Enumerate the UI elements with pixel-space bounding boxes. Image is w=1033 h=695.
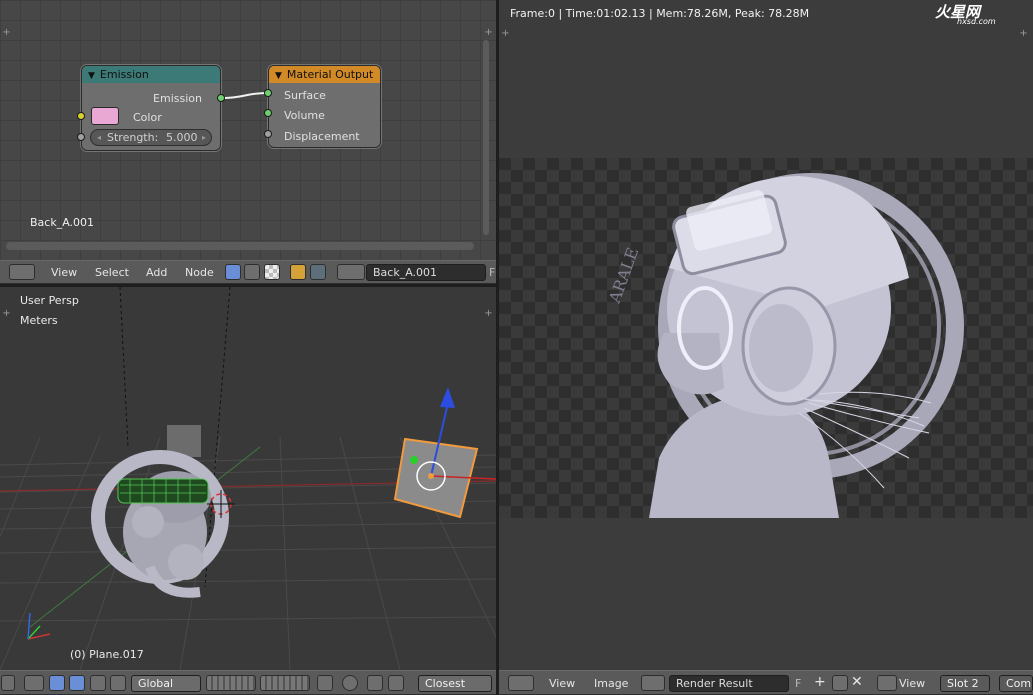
layer-buttons[interactable] (260, 675, 310, 691)
image-name-field[interactable]: Render Result (669, 675, 789, 692)
fake-user-toggle[interactable]: F (489, 266, 495, 279)
horizontal-scrollbar[interactable] (6, 242, 474, 250)
character-mesh[interactable] (91, 450, 229, 598)
node-editor-header: View Select Add Node Back_A.001 F (0, 260, 496, 284)
unlink-image-icon[interactable]: ✕ (851, 674, 863, 690)
scale-icon[interactable] (90, 675, 106, 691)
menu-add[interactable]: Add (146, 266, 167, 279)
menu-select[interactable]: Select (95, 266, 129, 279)
world-shader-icon[interactable] (310, 264, 326, 280)
proportional-edit-icon[interactable] (342, 675, 358, 691)
compositing-nodes-icon[interactable] (244, 264, 260, 280)
mode-icon[interactable] (1, 675, 15, 691)
emission-output-label: Emission (153, 92, 202, 105)
collapse-triangle-icon[interactable]: ▼ (88, 68, 95, 85)
strength-value: 5.000 (166, 131, 198, 144)
material-output-header[interactable]: ▼ Material Output (269, 66, 380, 83)
render-layer-icon[interactable] (317, 675, 333, 691)
active-material-label: Back_A.001 (30, 216, 95, 229)
layer-buttons[interactable] (206, 675, 256, 691)
area-split-icon[interactable]: + (484, 309, 493, 319)
area-split-icon[interactable]: + (1019, 29, 1028, 39)
view-mode-icon[interactable] (877, 675, 897, 691)
emission-node[interactable]: ▼ Emission Emission Color ◂ Strength: 5.0… (81, 65, 221, 151)
z-gizmo-arrow-icon[interactable] (440, 387, 455, 408)
decrement-arrow-icon[interactable]: ◂ (97, 130, 101, 145)
shader-nodes-icon[interactable] (225, 264, 241, 280)
y-gizmo-handle[interactable] (410, 456, 418, 464)
orientation-dropdown[interactable]: Global (131, 675, 201, 692)
menu-view[interactable]: View (549, 677, 575, 690)
watermark-subtext: hxsd.com (957, 17, 996, 26)
translate-icon[interactable] (49, 675, 65, 691)
node-editor-canvas[interactable]: + + ▼ Emission Emission Color ◂ Strength:… (0, 0, 496, 260)
strength-input-socket[interactable] (77, 133, 85, 141)
image-browse-icon[interactable] (641, 675, 665, 691)
3d-viewport[interactable]: + + User Persp Meters (0) Plane.017 (0, 287, 496, 670)
image-editor-header: View Image Render Result F + ✕ View Slot… (499, 670, 1033, 695)
material-browse-icon[interactable] (337, 264, 365, 280)
menu-view[interactable]: View (51, 266, 77, 279)
transform-space-icon[interactable] (110, 675, 126, 691)
area-divider[interactable] (0, 284, 496, 287)
color-swatch[interactable] (91, 107, 119, 125)
increment-arrow-icon[interactable]: ▸ (202, 130, 206, 145)
headphone-inner (749, 304, 813, 392)
displacement-input-label: Displacement (284, 130, 360, 143)
volume-input-label: Volume (284, 109, 325, 122)
units-label: Meters (20, 314, 58, 327)
object-shader-icon[interactable] (290, 264, 306, 280)
render-pass-dropdown[interactable]: Com (999, 675, 1033, 692)
editor-type-icon[interactable] (508, 675, 534, 691)
vertical-scrollbar[interactable] (483, 40, 489, 235)
color-input-label: Color (133, 111, 162, 124)
object-origin (428, 473, 434, 479)
viewport-scene (0, 287, 496, 670)
displacement-input-socket[interactable] (264, 130, 272, 138)
emission-node-header[interactable]: ▼ Emission (82, 66, 220, 83)
strength-field[interactable]: ◂ Strength: 5.000 ▸ (90, 129, 212, 146)
snap-target-dropdown[interactable]: Closest (418, 675, 492, 692)
camera-guide (119, 287, 129, 448)
area-split-icon[interactable]: + (2, 309, 11, 319)
menu-image[interactable]: Image (594, 677, 628, 690)
color-input-socket[interactable] (77, 112, 85, 120)
emission-output-socket[interactable] (217, 94, 225, 102)
menu-node[interactable]: Node (185, 266, 214, 279)
emission-node-title: Emission (99, 68, 149, 81)
node-link (221, 92, 269, 99)
material-output-node[interactable]: ▼ Material Output Surface Volume Displace… (268, 65, 381, 148)
watermark-logo: 火星网 hxsd.com (935, 2, 1030, 26)
manipulator-toggle-icon[interactable] (24, 675, 44, 691)
slot-dropdown[interactable]: Slot 2 (940, 675, 990, 692)
rotate-icon[interactable] (69, 675, 85, 691)
render-stats: Frame:0 | Time:01:02.13 | Mem:78.26M, Pe… (510, 7, 810, 20)
view-mode-label: User Persp (20, 294, 79, 307)
rendered-character: ARALE (605, 173, 964, 518)
open-image-icon[interactable] (832, 675, 848, 691)
view-dropdown[interactable]: View (899, 677, 925, 690)
snap-toggle-icon[interactable] (367, 675, 383, 691)
render-result-image[interactable]: ARALE (499, 158, 1033, 518)
viewport-header: Global Closest (0, 670, 496, 695)
area-split-icon[interactable]: + (501, 29, 510, 39)
collapse-triangle-icon[interactable]: ▼ (275, 68, 282, 85)
image-editor-canvas[interactable]: + + ARALE (499, 26, 1033, 670)
ring-engraving: ARALE (605, 245, 643, 306)
material-output-title: Material Output (286, 68, 374, 81)
snap-element-icon[interactable] (388, 675, 404, 691)
active-object-label: (0) Plane.017 (70, 648, 144, 661)
texture-nodes-icon[interactable] (264, 264, 280, 280)
surface-input-label: Surface (284, 89, 326, 102)
image-editor-top: Frame:0 | Time:01:02.13 | Mem:78.26M, Pe… (499, 0, 1033, 26)
editor-type-icon[interactable] (9, 264, 35, 280)
material-name-field[interactable]: Back_A.001 (366, 264, 486, 281)
surface-input-socket[interactable] (264, 89, 272, 97)
volume-input-socket[interactable] (264, 109, 272, 117)
strength-label: Strength: (107, 131, 159, 144)
fake-user-toggle[interactable]: F (795, 677, 801, 690)
new-image-icon[interactable]: + (814, 674, 826, 690)
